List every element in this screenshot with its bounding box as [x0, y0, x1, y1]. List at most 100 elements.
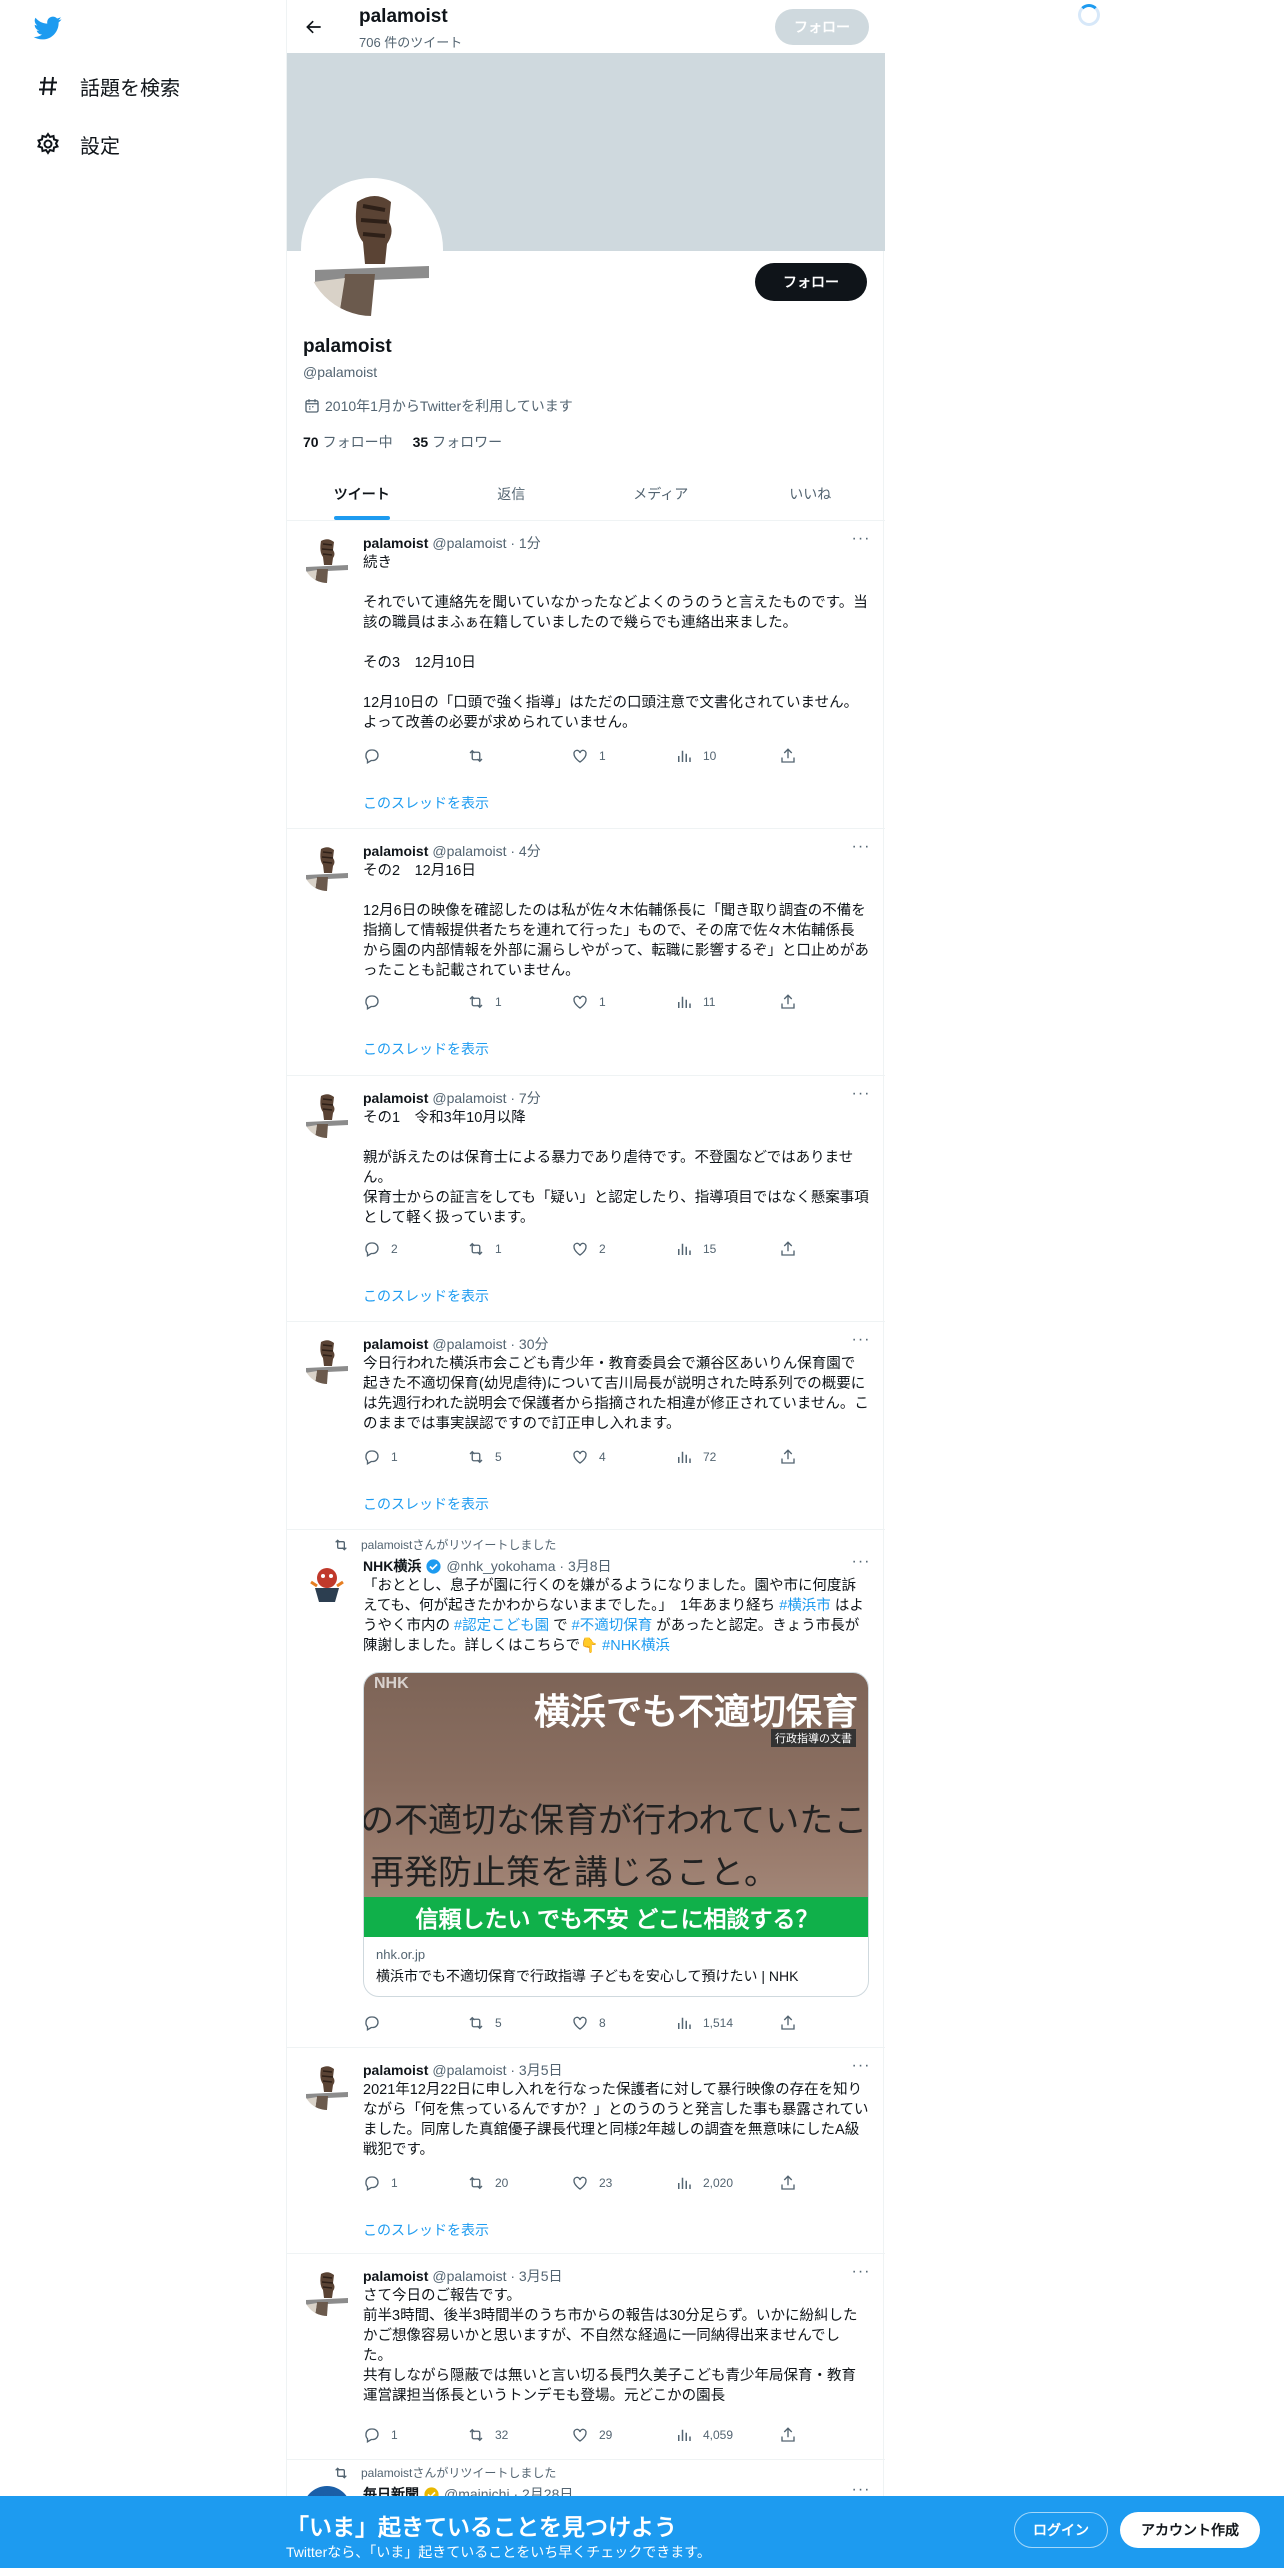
- reply-button[interactable]: 1: [363, 1448, 467, 1466]
- views-button[interactable]: 4,059: [675, 2426, 779, 2444]
- verified-badge-icon: [425, 1558, 442, 1575]
- author-name[interactable]: palamoist: [363, 2062, 428, 2078]
- like-button[interactable]: 29: [571, 2426, 675, 2444]
- like-button[interactable]: 23: [571, 2174, 675, 2192]
- views-button[interactable]: 11: [675, 993, 779, 1011]
- tweet[interactable]: ··· palamoist @palamoist · 7分 その1 令和3年10月…: [287, 1076, 885, 1322]
- header-follow-button[interactable]: フォロー: [775, 9, 869, 45]
- avatar[interactable]: [303, 2062, 351, 2110]
- link-card[interactable]: NHK 横浜でも不適切保育 行政指導の文書 の不適切な保育が行われていたこ 再発…: [363, 1672, 869, 1997]
- tweet-actions: 2 1 2 15: [363, 1240, 883, 1258]
- like-button[interactable]: 1: [571, 747, 675, 765]
- views-button[interactable]: 72: [675, 1448, 779, 1466]
- tab-likes[interactable]: いいね: [736, 468, 886, 520]
- author-name[interactable]: palamoist: [363, 2268, 428, 2284]
- retweet[interactable]: palamoistさんがリツイートしました ··· NHK横浜 @nhk_yok…: [287, 1530, 885, 2048]
- hashtag-link[interactable]: #認定こども園: [454, 1618, 549, 1634]
- tab-replies[interactable]: 返信: [437, 468, 587, 520]
- hashtag-link[interactable]: #横浜市: [779, 1598, 831, 1614]
- tab-media[interactable]: メディア: [586, 468, 736, 520]
- views-icon: [678, 2429, 691, 2441]
- reply-button[interactable]: [363, 747, 467, 765]
- views-icon: [678, 996, 691, 1008]
- share-button[interactable]: [779, 2174, 883, 2192]
- author-name[interactable]: palamoist: [363, 1090, 428, 1106]
- hashtag-link[interactable]: #NHK横浜: [602, 1638, 670, 1654]
- retweet-button[interactable]: 32: [467, 2426, 571, 2444]
- reply-icon: [365, 749, 379, 764]
- avatar[interactable]: [303, 843, 351, 891]
- twitter-logo-icon[interactable]: [32, 14, 64, 42]
- follow-button[interactable]: フォロー: [755, 263, 867, 301]
- retweet-button[interactable]: [467, 747, 571, 765]
- share-icon: [781, 2175, 795, 2190]
- signup-button[interactable]: アカウント作成: [1120, 2512, 1260, 2548]
- hashtag-icon: [34, 72, 62, 100]
- heart-icon: [573, 749, 587, 763]
- avatar[interactable]: [303, 1090, 351, 1138]
- like-button[interactable]: 1: [571, 993, 675, 1011]
- avatar[interactable]: [303, 2268, 351, 2316]
- author-name[interactable]: palamoist: [363, 843, 428, 859]
- tweet[interactable]: ··· palamoist @palamoist · 3月5日 2021年12月2…: [287, 2048, 885, 2254]
- login-button[interactable]: ログイン: [1014, 2512, 1108, 2548]
- reply-button[interactable]: 2: [363, 1240, 467, 1258]
- avatar[interactable]: [303, 1558, 351, 1606]
- author-name[interactable]: NHK横浜: [363, 1556, 421, 1576]
- share-button[interactable]: [779, 2426, 883, 2444]
- share-button[interactable]: [779, 1448, 883, 1466]
- like-button[interactable]: 8: [571, 2014, 675, 2032]
- following-link[interactable]: 70 フォロー中: [303, 432, 393, 452]
- like-button[interactable]: 2: [571, 1240, 675, 1258]
- retweet-button[interactable]: 5: [467, 2014, 571, 2032]
- tab-tweets[interactable]: ツイート: [287, 468, 437, 520]
- reply-icon: [365, 2176, 379, 2191]
- tweet[interactable]: ··· palamoist @palamoist · 3月5日 さて今日のご報告で…: [287, 2254, 885, 2460]
- show-thread-link[interactable]: このスレッドを表示: [363, 1286, 489, 1306]
- show-thread-link[interactable]: このスレッドを表示: [363, 1494, 489, 1514]
- tweet[interactable]: ··· palamoist @palamoist · 1分 続き それでいて連絡先…: [287, 521, 885, 829]
- like-button[interactable]: 4: [571, 1448, 675, 1466]
- views-button[interactable]: 10: [675, 747, 779, 765]
- nav-item-settings[interactable]: 設定: [34, 122, 120, 166]
- views-button[interactable]: 2,020: [675, 2174, 779, 2192]
- share-button[interactable]: [779, 993, 883, 1011]
- views-button[interactable]: 1,514: [675, 2014, 779, 2032]
- author-name[interactable]: palamoist: [363, 1336, 428, 1352]
- retweet-note: palamoistさんがリツイートしました: [333, 2464, 556, 2481]
- followers-link[interactable]: 35 フォロワー: [413, 432, 503, 452]
- views-icon: [678, 1451, 691, 1463]
- share-button[interactable]: [779, 747, 883, 765]
- hashtag-link[interactable]: #不適切保育: [572, 1618, 653, 1634]
- retweet-button[interactable]: 5: [467, 1448, 571, 1466]
- profile-header: palamoist 706 件のツイート フォロー: [287, 0, 885, 53]
- retweet-button[interactable]: 1: [467, 993, 571, 1011]
- reply-button[interactable]: [363, 993, 467, 1011]
- show-thread-link[interactable]: このスレッドを表示: [363, 793, 489, 813]
- reply-button[interactable]: 1: [363, 2174, 467, 2192]
- retweet-count: 1: [495, 995, 502, 1009]
- nav-item-explore[interactable]: 話題を検索: [34, 64, 180, 108]
- tweet-actions: 1 32 29 4,059: [363, 2426, 883, 2444]
- views-icon: [678, 2017, 691, 2029]
- back-arrow-icon[interactable]: [299, 12, 329, 42]
- share-button[interactable]: [779, 1240, 883, 1258]
- author-name[interactable]: palamoist: [363, 535, 428, 551]
- reply-button[interactable]: 1: [363, 2426, 467, 2444]
- like-count: 23: [599, 2176, 613, 2190]
- avatar[interactable]: [303, 535, 351, 583]
- show-thread-link[interactable]: このスレッドを表示: [363, 1039, 489, 1059]
- retweet-button[interactable]: 20: [467, 2174, 571, 2192]
- retweet-icon: [469, 2428, 483, 2442]
- avatar[interactable]: [303, 1336, 351, 1384]
- profile-avatar[interactable]: [301, 178, 443, 320]
- retweet-button[interactable]: 1: [467, 1240, 571, 1258]
- share-button[interactable]: [779, 2014, 883, 2032]
- author-meta: @palamoist · 3月5日: [432, 2062, 563, 2078]
- tweet-text: その1 令和3年10月以降 親が訴えたのは保育士による暴力であり虐待です。不登園…: [363, 1110, 869, 1226]
- tweet[interactable]: ··· palamoist @palamoist · 30分 今日行われた横浜市会…: [287, 1322, 885, 1530]
- tweet[interactable]: ··· palamoist @palamoist · 4分 その2 12月16日 …: [287, 829, 885, 1076]
- show-thread-link[interactable]: このスレッドを表示: [363, 2220, 489, 2240]
- reply-button[interactable]: [363, 2014, 467, 2032]
- views-button[interactable]: 15: [675, 1240, 779, 1258]
